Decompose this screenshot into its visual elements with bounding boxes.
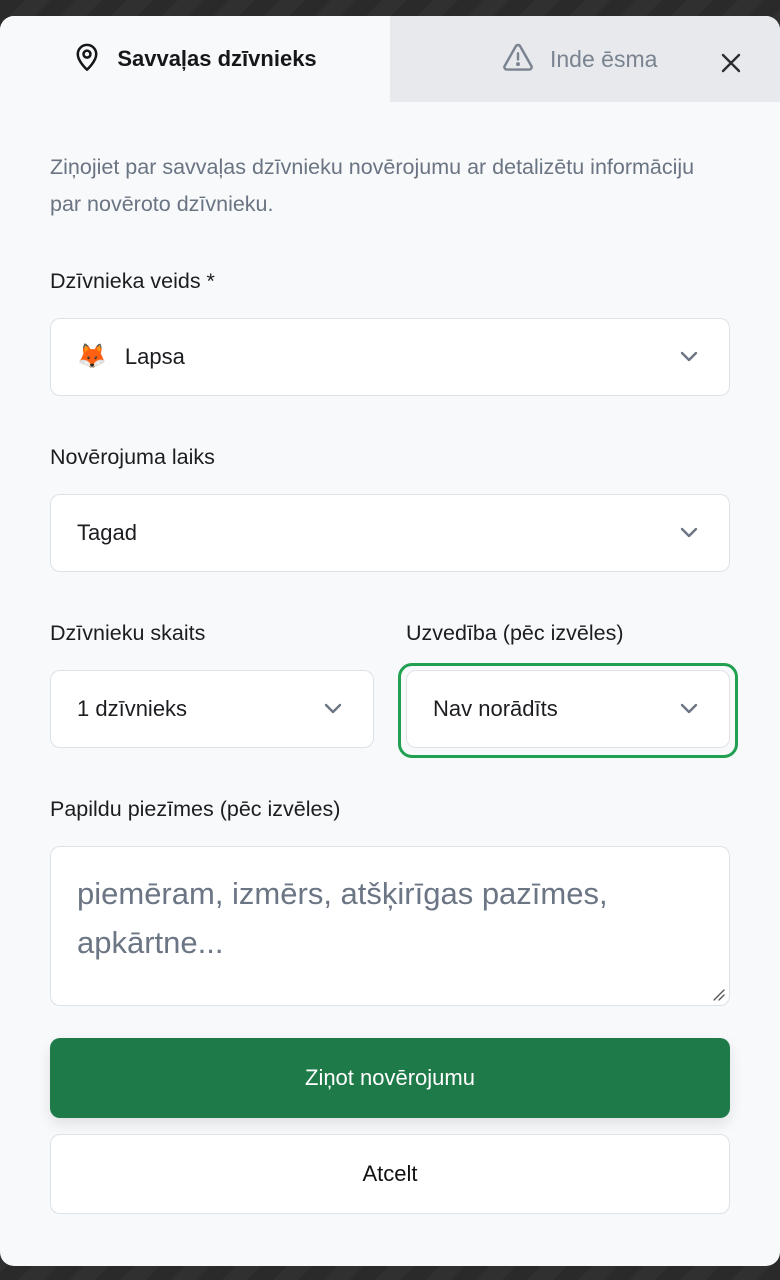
map-pin-icon bbox=[73, 42, 101, 77]
submit-report-button[interactable]: Ziņot novērojumu bbox=[50, 1038, 730, 1118]
tab-wild-animal[interactable]: Savvaļas dzīvnieks bbox=[0, 16, 390, 102]
chevron-down-icon bbox=[680, 527, 698, 538]
close-button[interactable] bbox=[716, 50, 746, 80]
notes-label: Papildu piezīmes (pēc izvēles) bbox=[50, 797, 341, 821]
count-value: 1 dzīvnieks bbox=[77, 696, 188, 721]
notes-textarea[interactable]: piemēram, izmērs, atšķirīgas pazīmes, ap… bbox=[50, 846, 730, 1006]
tab-poison-bait-label: Inde ēsma bbox=[550, 45, 658, 72]
chevron-down-icon bbox=[680, 351, 698, 362]
fox-icon: 🦊 bbox=[77, 343, 107, 370]
time-select[interactable]: Tagad bbox=[50, 494, 730, 572]
resize-handle-icon[interactable] bbox=[711, 987, 725, 1001]
species-select[interactable]: 🦊 Lapsa bbox=[50, 318, 730, 396]
time-value: Tagad bbox=[77, 520, 137, 545]
cancel-button[interactable]: Atcelt bbox=[50, 1134, 730, 1214]
behavior-value: Nav norādīts bbox=[433, 696, 558, 721]
time-label: Novērojuma laiks bbox=[50, 445, 215, 469]
close-icon bbox=[720, 52, 742, 79]
behavior-label: Uzvedība (pēc izvēles) bbox=[406, 621, 624, 645]
report-modal: Savvaļas dzīvnieks Inde ēsma Ziņojiet pa… bbox=[0, 16, 780, 1266]
tab-wild-animal-label: Savvaļas dzīvnieks bbox=[117, 46, 317, 71]
warning-icon bbox=[502, 42, 534, 77]
chevron-down-icon bbox=[324, 703, 342, 714]
count-label: Dzīvnieku skaits bbox=[50, 621, 206, 645]
species-value: Lapsa bbox=[124, 344, 185, 369]
form-description: Ziņojiet par savvaļas dzīvnieku novēroju… bbox=[50, 155, 695, 216]
tab-bar: Savvaļas dzīvnieks Inde ēsma bbox=[0, 16, 780, 102]
chevron-down-icon bbox=[680, 703, 698, 714]
behavior-select[interactable]: Nav norādīts bbox=[406, 670, 730, 748]
notes-placeholder: piemēram, izmērs, atšķirīgas pazīmes, ap… bbox=[77, 876, 608, 960]
count-select[interactable]: 1 dzīvnieks bbox=[50, 670, 374, 748]
species-label: Dzīvnieka veids * bbox=[50, 269, 215, 293]
